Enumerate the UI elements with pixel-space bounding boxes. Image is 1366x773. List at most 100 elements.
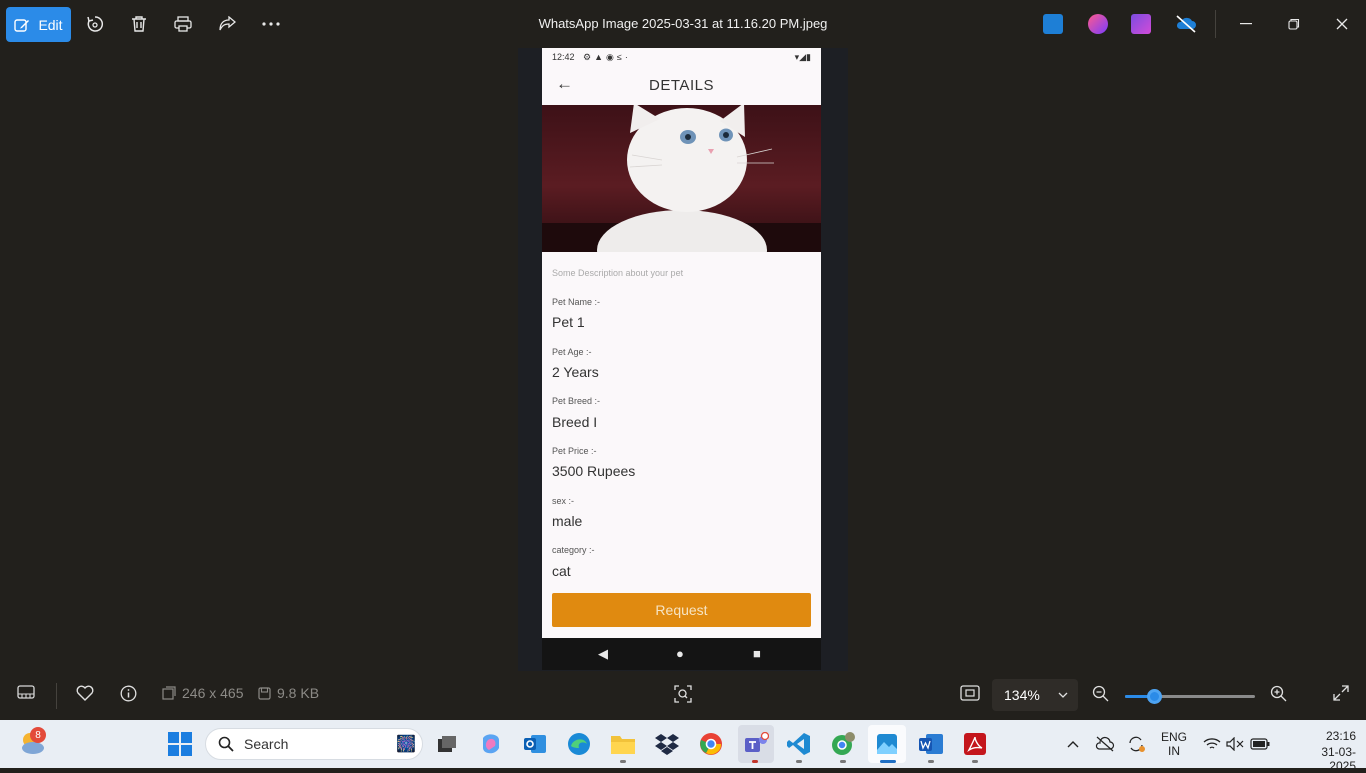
- zoom-out-icon[interactable]: [1092, 685, 1109, 702]
- fullscreen-icon[interactable]: [1333, 685, 1349, 701]
- pet-price-label: Pet Price :-: [552, 446, 597, 456]
- sex-label: sex :-: [552, 496, 575, 506]
- category-value: cat: [552, 563, 571, 579]
- viewer-bottom-bar: 246 x 465 9.8 KB 134%: [0, 671, 1366, 720]
- teams-icon[interactable]: [738, 725, 774, 763]
- language-indicator[interactable]: ENG IN: [1156, 730, 1192, 758]
- favorite-heart-icon[interactable]: [76, 685, 94, 701]
- nav-recents-icon[interactable]: ■: [753, 646, 761, 661]
- phone-status-bar: 12:42 ⚙▲◉≤·: [542, 48, 821, 68]
- file-explorer-icon[interactable]: [608, 729, 638, 759]
- taskbar-search[interactable]: Search 🎆: [205, 728, 423, 760]
- dimensions-text: 246 x 465: [182, 685, 244, 701]
- explorer-running-indicator: [620, 760, 626, 763]
- sex-value: male: [552, 513, 583, 529]
- restore-icon: [1288, 18, 1300, 30]
- task-view-icon[interactable]: [432, 729, 462, 759]
- zoom-slider-thumb[interactable]: [1146, 689, 1162, 704]
- actual-size-icon[interactable]: [960, 685, 980, 701]
- start-windows-icon[interactable]: [165, 729, 195, 759]
- search-placeholder: Search: [244, 736, 289, 752]
- save-disk-icon: [258, 686, 271, 700]
- pet-age-value: 2 Years: [552, 364, 599, 380]
- clock-time: 23:16: [1325, 729, 1356, 743]
- zoom-level-text: 134%: [1004, 687, 1040, 703]
- pet-price-value: 3500 Rupees: [552, 463, 636, 479]
- clock[interactable]: 23:16 31-03-2025: [1308, 729, 1356, 773]
- photos-running-indicator: [880, 760, 896, 763]
- restore-button[interactable]: [1282, 12, 1306, 36]
- pet-breed-value: Breed I: [552, 414, 598, 430]
- chrome-profile-icon[interactable]: [828, 729, 858, 759]
- edit-button[interactable]: Edit: [6, 7, 71, 42]
- language-code: ENG: [1160, 730, 1187, 744]
- kitten-image: [542, 105, 821, 252]
- share-icon[interactable]: [215, 12, 239, 36]
- onedrive-tray-icon[interactable]: [1090, 729, 1120, 759]
- clock-date: 31-03-2025: [1321, 745, 1356, 773]
- file-size-text: 9.8 KB: [277, 685, 320, 701]
- battery-icon[interactable]: [1245, 729, 1275, 759]
- dimensions-icon: [162, 686, 176, 700]
- clipchamp-icon[interactable]: [1131, 14, 1151, 34]
- rotate-icon[interactable]: [83, 12, 107, 36]
- more-options-icon[interactable]: [259, 12, 283, 36]
- file-size: 9.8 KB: [258, 685, 319, 701]
- app-title: DETAILS: [649, 77, 714, 94]
- dropbox-icon[interactable]: [652, 729, 682, 759]
- filmstrip-icon[interactable]: [17, 685, 35, 699]
- sync-tray-icon[interactable]: [1121, 729, 1151, 759]
- visual-search-icon[interactable]: [674, 685, 692, 703]
- edge-icon[interactable]: [564, 729, 594, 759]
- photos-editor-icon[interactable]: [1043, 14, 1063, 34]
- acrobat-icon[interactable]: [960, 729, 990, 759]
- designer-icon[interactable]: [1088, 14, 1108, 34]
- minimize-button[interactable]: [1234, 12, 1258, 36]
- image-dimensions: 246 x 465: [162, 685, 244, 701]
- window-title: WhatsApp Image 2025-03-31 at 11.16.20 PM…: [538, 16, 828, 31]
- search-icon: [218, 736, 234, 752]
- signal-battery-icon: ▾◢▮: [794, 52, 811, 62]
- request-button[interactable]: Request: [552, 593, 811, 627]
- keyboard-region: IN: [1168, 744, 1180, 758]
- nav-home-icon[interactable]: ●: [676, 646, 684, 661]
- onedrive-off-icon[interactable]: [1175, 14, 1197, 34]
- show-hidden-icons-chevron-icon[interactable]: [1058, 729, 1088, 759]
- title-bar: Edit WhatsApp Image 2025-03-31 at 11.16.…: [0, 0, 1366, 48]
- chevron-down-icon: [1058, 692, 1068, 698]
- close-icon: [1336, 18, 1348, 30]
- acrobat-running-indicator: [972, 760, 978, 763]
- zoom-in-icon[interactable]: [1270, 685, 1287, 702]
- vscode-icon[interactable]: [784, 729, 814, 759]
- chrome-icon[interactable]: [696, 729, 726, 759]
- vscode-running-indicator: [796, 760, 802, 763]
- titlebar-divider: [1215, 10, 1216, 38]
- minimize-icon: [1240, 23, 1252, 25]
- phone-screen: 12:42 ⚙▲◉≤· ▾◢▮ ← DETAILS Some Descripti…: [542, 48, 821, 638]
- print-icon[interactable]: [171, 12, 195, 36]
- image-canvas[interactable]: 12:42 ⚙▲◉≤· ▾◢▮ ← DETAILS Some Descripti…: [0, 48, 1366, 671]
- zoom-slider[interactable]: [1125, 689, 1255, 704]
- outlook-icon[interactable]: [520, 729, 550, 759]
- weather-badge: 8: [30, 727, 46, 743]
- pet-name-label: Pet Name :-: [552, 297, 601, 307]
- zoom-level-dropdown[interactable]: 134%: [992, 679, 1078, 711]
- app-bar: ← DETAILS: [542, 68, 821, 105]
- bottombar-divider: [56, 683, 57, 709]
- nav-back-icon[interactable]: ◀: [598, 646, 608, 662]
- notification-icons: ⚙▲◉≤·: [583, 52, 631, 62]
- edit-image-icon: [14, 18, 30, 32]
- copilot-icon[interactable]: [476, 729, 506, 759]
- close-button[interactable]: [1330, 12, 1354, 36]
- pet-name-value: Pet 1: [552, 314, 585, 330]
- photos-app-icon[interactable]: [868, 725, 906, 763]
- phone-nav-bar: ◀ ● ■: [542, 638, 821, 670]
- pet-photo: [542, 105, 821, 252]
- word-icon[interactable]: [916, 729, 946, 759]
- phone-screenshot: 12:42 ⚙▲◉≤· ▾◢▮ ← DETAILS Some Descripti…: [518, 48, 848, 671]
- pet-age-label: Pet Age :-: [552, 347, 592, 357]
- delete-icon[interactable]: [127, 12, 151, 36]
- info-icon[interactable]: [120, 685, 137, 702]
- word-running-indicator: [928, 760, 934, 763]
- pet-breed-label: Pet Breed :-: [552, 396, 601, 406]
